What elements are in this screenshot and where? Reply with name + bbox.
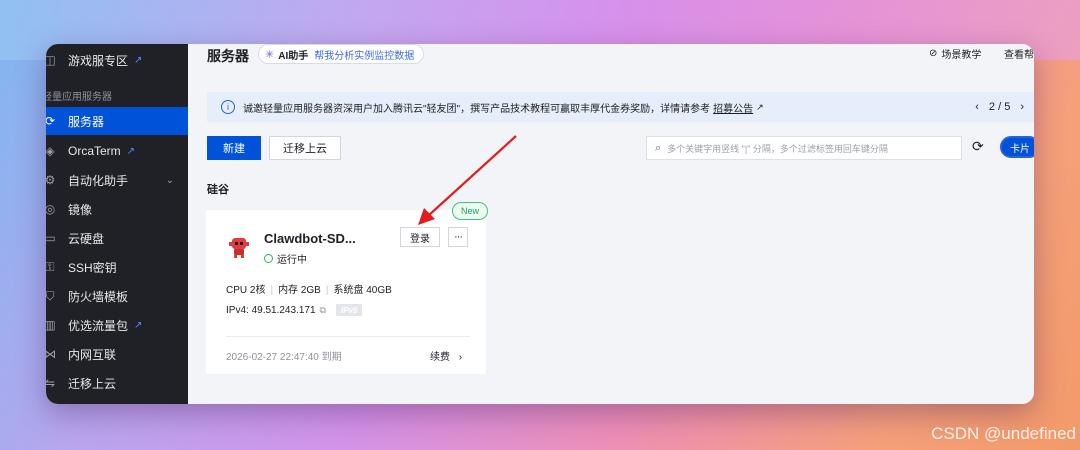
sidebar-item-game-server[interactable]: ◫ 游戏服专区 ↗	[46, 46, 188, 74]
watermark: CSDN @undefined	[931, 424, 1076, 443]
external-link-icon: ↗	[126, 145, 136, 157]
main-content: 服务器 ✳ AI助手 帮我分析实例监控数据 ⊘ 场景教学 查看帮 i 诚邀轻量应…	[188, 44, 1034, 404]
notice-text: 诚邀轻量应用服务器资深用户加入腾讯云"轻友团"，撰写产品技术教程可赢取丰厚代金券…	[243, 103, 711, 115]
chevron-right-icon: ›	[458, 352, 463, 363]
sidebar-item-servers[interactable]: ⟳ 服务器	[46, 107, 188, 135]
expire-time: 2026-02-27 22:47:40 到期	[226, 352, 342, 363]
game-icon: ◫	[46, 53, 56, 67]
ipv6-badge: IPv6	[335, 304, 363, 316]
info-icon: i	[221, 100, 235, 114]
view-help-link[interactable]: 查看帮	[1004, 46, 1034, 61]
chevron-down-icon: ⌄	[165, 174, 174, 186]
sidebar-item-migrate[interactable]: ⇋ 迁移上云	[46, 369, 188, 397]
shield-icon: ⛉	[46, 288, 55, 303]
ai-assistant-label: AI助手	[278, 50, 309, 62]
renew-link[interactable]: 续费 ›	[430, 348, 462, 363]
scene-tutorial-link[interactable]: ⊘ 场景教学	[929, 46, 981, 61]
notice-banner: i 诚邀轻量应用服务器资深用户加入腾讯云"轻友团"，撰写产品技术教程可赢取丰厚代…	[207, 92, 1034, 122]
recruit-link[interactable]: 招募公告	[713, 100, 753, 115]
search-input[interactable]: ⌕ 多个关键字用竖线 "|" 分隔，多个过滤标签用回车键分隔	[646, 136, 962, 160]
sidebar-item-firewall[interactable]: ⛉ 防火墙模板	[46, 282, 188, 310]
external-link-icon: ↗	[134, 54, 143, 66]
cpu-spec: CPU 2核	[226, 285, 266, 296]
sidebar-item-intranet[interactable]: ⋈ 内网互联	[46, 340, 188, 368]
console-window: ◫ 游戏服专区 ↗ 轻量应用服务器 ⟳ 服务器 ◈ OrcaTerm ↗ ⚙ 自…	[46, 44, 1034, 404]
instance-card[interactable]: New Clawdbot-SD... 运行中 登录 ··· CPU 2核 | 内存 …	[206, 202, 488, 374]
sidebar-item-orcaterm[interactable]: ◈ OrcaTerm ↗	[46, 137, 188, 165]
memory-spec: 内存 2GB	[278, 285, 321, 296]
instance-status: 运行中	[264, 251, 307, 266]
migrate-icon: ⇋	[46, 376, 56, 390]
filter-search-icon: ⌕	[655, 141, 662, 154]
image-icon: ◎	[46, 202, 56, 216]
disk-spec: 系统盘 40GB	[333, 285, 392, 296]
robot-app-icon	[229, 238, 249, 258]
server-icon: ⟳	[46, 114, 56, 128]
new-badge: New	[452, 202, 488, 220]
sidebar-item-automation[interactable]: ⚙ 自动化助手 ⌄	[46, 166, 188, 194]
instance-specs: CPU 2核 | 内存 2GB | 系统盘 40GB	[226, 285, 392, 296]
ai-assistant-pill[interactable]: ✳ AI助手 帮我分析实例监控数据	[258, 44, 425, 64]
sidebar-item-ssh-keys[interactable]: ⚿ SSH密钥	[46, 253, 188, 281]
copy-icon[interactable]: ⧉	[320, 305, 326, 316]
terminal-icon: ◈	[46, 144, 55, 158]
sidebar-group-label: 轻量应用服务器	[46, 92, 112, 103]
robot-icon: ⚙	[46, 173, 56, 187]
ipv4-row: IPv4: 49.51.243.171 ⧉ IPv6	[226, 304, 363, 316]
pager-count: 2 / 5	[988, 101, 1011, 113]
ipv4-address: IPv4: 49.51.243.171	[226, 304, 316, 316]
prev-icon[interactable]: ‹	[975, 101, 979, 113]
login-button[interactable]: 登录	[400, 227, 440, 247]
instance-name[interactable]: Clawdbot-SD...	[264, 231, 356, 246]
external-link-icon: ↗	[756, 101, 764, 112]
disk-icon: ▭	[46, 231, 56, 245]
more-actions-button[interactable]: ···	[448, 227, 468, 247]
ai-sparkle-icon: ✳	[265, 48, 275, 61]
eye-off-icon: ⊘	[929, 48, 938, 59]
migrate-button[interactable]: 迁移上云	[269, 136, 341, 160]
sidebar-item-traffic-pack[interactable]: ▥ 优选流量包 ↗	[46, 311, 188, 339]
sidebar-item-images[interactable]: ◎ 镜像	[46, 195, 188, 223]
card-divider	[226, 336, 470, 337]
notice-pager: ‹ 2 / 5 ›	[975, 101, 1024, 113]
next-icon[interactable]: ›	[1020, 101, 1024, 113]
region-title: 硅谷	[207, 184, 229, 196]
external-link-icon: ↗	[134, 319, 143, 331]
refresh-icon[interactable]: ⟳	[972, 138, 984, 155]
search-placeholder: 多个关键字用竖线 "|" 分隔，多个过滤标签用回车键分隔	[667, 143, 888, 154]
page-title: 服务器	[207, 48, 249, 64]
new-button[interactable]: 新建	[207, 136, 261, 160]
network-icon: ⋈	[46, 347, 56, 361]
card-view-toggle[interactable]: 卡片	[1000, 136, 1034, 158]
sidebar: ◫ 游戏服专区 ↗ 轻量应用服务器 ⟳ 服务器 ◈ OrcaTerm ↗ ⚙ 自…	[46, 44, 188, 404]
sidebar-item-cloud-disk[interactable]: ▭ 云硬盘	[46, 224, 188, 252]
running-status-icon	[264, 254, 273, 263]
key-icon: ⚿	[46, 259, 55, 274]
ai-hint-text[interactable]: 帮我分析实例监控数据	[314, 47, 414, 62]
chart-icon: ▥	[46, 318, 56, 332]
